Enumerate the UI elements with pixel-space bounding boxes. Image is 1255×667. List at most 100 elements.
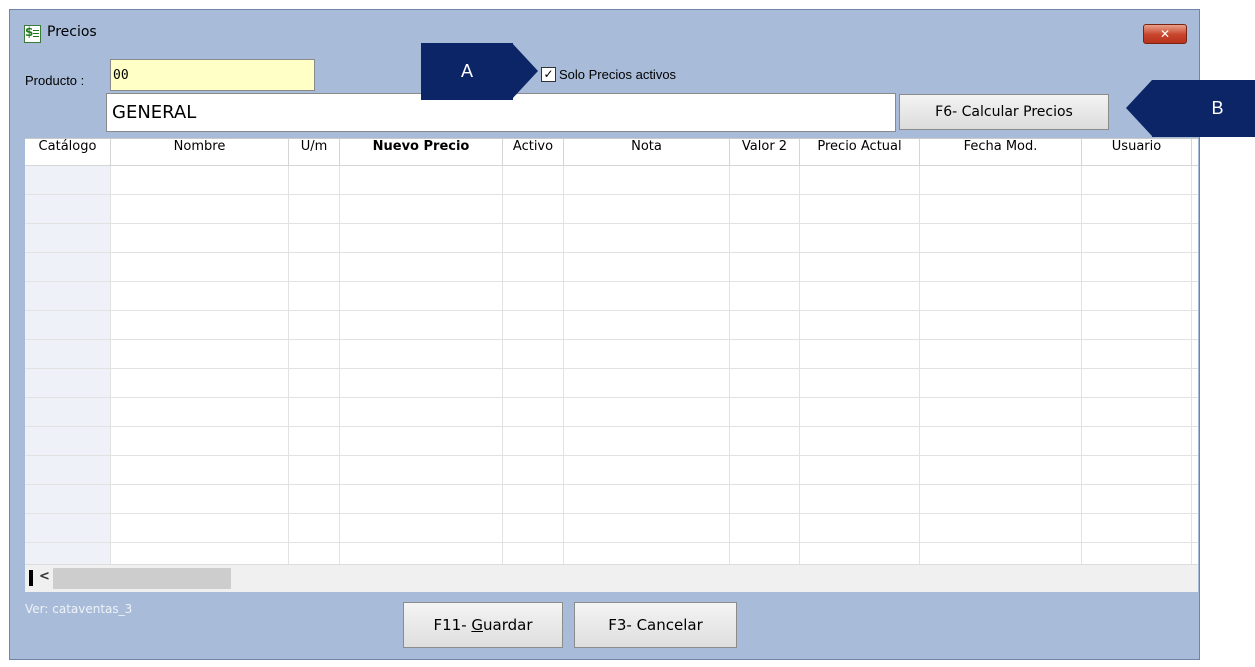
table-cell[interactable] [564, 340, 730, 368]
table-cell[interactable] [111, 253, 289, 281]
table-cell[interactable] [340, 427, 503, 455]
table-cell[interactable] [25, 456, 111, 484]
table-cell[interactable] [920, 253, 1082, 281]
table-row[interactable] [25, 195, 1198, 224]
table-row[interactable] [25, 514, 1198, 543]
table-cell[interactable] [920, 398, 1082, 426]
table-cell[interactable] [111, 311, 289, 339]
table-cell[interactable] [340, 311, 503, 339]
table-cell[interactable] [503, 195, 564, 223]
table-row[interactable] [25, 543, 1198, 564]
table-row[interactable] [25, 253, 1198, 282]
table-cell[interactable] [25, 224, 111, 252]
column-header[interactable]: Valor 2 [730, 139, 800, 165]
table-cell[interactable] [800, 253, 920, 281]
table-cell[interactable] [340, 340, 503, 368]
table-cell[interactable] [730, 224, 800, 252]
table-cell[interactable] [503, 224, 564, 252]
table-cell[interactable] [730, 340, 800, 368]
table-cell[interactable] [800, 282, 920, 310]
table-cell[interactable] [1082, 369, 1192, 397]
table-cell[interactable] [25, 485, 111, 513]
table-cell[interactable] [503, 398, 564, 426]
table-row[interactable] [25, 369, 1198, 398]
table-cell[interactable] [730, 253, 800, 281]
table-cell[interactable] [25, 427, 111, 455]
table-cell[interactable] [730, 485, 800, 513]
table-cell[interactable] [920, 340, 1082, 368]
table-cell[interactable] [503, 253, 564, 281]
table-cell[interactable] [564, 514, 730, 542]
table-cell[interactable] [503, 340, 564, 368]
table-cell[interactable] [340, 253, 503, 281]
table-cell[interactable] [25, 398, 111, 426]
table-cell[interactable] [920, 282, 1082, 310]
table-cell[interactable] [800, 514, 920, 542]
table-cell[interactable] [730, 456, 800, 484]
table-cell[interactable] [111, 282, 289, 310]
column-header[interactable]: Activo [503, 139, 564, 165]
table-cell[interactable] [800, 340, 920, 368]
table-cell[interactable] [800, 543, 920, 564]
table-row[interactable] [25, 311, 1198, 340]
table-cell[interactable] [289, 166, 340, 194]
table-cell[interactable] [503, 427, 564, 455]
table-cell[interactable] [730, 195, 800, 223]
precios-grid[interactable]: Catálogo Nombre U/m Nuevo Precio Activo … [25, 138, 1198, 592]
table-cell[interactable] [340, 282, 503, 310]
table-cell[interactable] [25, 195, 111, 223]
table-row[interactable] [25, 485, 1198, 514]
table-cell[interactable] [564, 456, 730, 484]
table-cell[interactable] [111, 543, 289, 564]
table-cell[interactable] [111, 166, 289, 194]
cancelar-button[interactable]: F3- Cancelar [574, 602, 737, 648]
table-cell[interactable] [503, 369, 564, 397]
table-row[interactable] [25, 398, 1198, 427]
table-cell[interactable] [25, 340, 111, 368]
table-cell[interactable] [564, 543, 730, 564]
table-cell[interactable] [25, 166, 111, 194]
table-cell[interactable] [920, 166, 1082, 194]
table-cell[interactable] [730, 369, 800, 397]
table-cell[interactable] [111, 514, 289, 542]
table-cell[interactable] [564, 166, 730, 194]
table-cell[interactable] [564, 224, 730, 252]
table-cell[interactable] [564, 195, 730, 223]
table-cell[interactable] [289, 282, 340, 310]
column-header[interactable]: Nota [564, 139, 730, 165]
close-button[interactable]: ✕ [1143, 24, 1187, 44]
table-cell[interactable] [1082, 340, 1192, 368]
table-cell[interactable] [1082, 166, 1192, 194]
table-cell[interactable] [503, 166, 564, 194]
table-cell[interactable] [25, 311, 111, 339]
horizontal-scrollbar[interactable]: < [25, 564, 1198, 592]
table-cell[interactable] [503, 456, 564, 484]
column-header[interactable]: Nombre [111, 139, 289, 165]
table-cell[interactable] [920, 543, 1082, 564]
table-row[interactable] [25, 166, 1198, 195]
table-cell[interactable] [1082, 485, 1192, 513]
column-header[interactable]: Nuevo Precio [340, 139, 503, 165]
table-cell[interactable] [289, 340, 340, 368]
table-cell[interactable] [503, 485, 564, 513]
column-header[interactable]: Usuario [1082, 139, 1192, 165]
table-cell[interactable] [730, 514, 800, 542]
table-cell[interactable] [564, 398, 730, 426]
grid-body[interactable] [25, 166, 1198, 564]
table-cell[interactable] [503, 311, 564, 339]
table-cell[interactable] [111, 195, 289, 223]
table-cell[interactable] [340, 224, 503, 252]
table-cell[interactable] [800, 456, 920, 484]
table-cell[interactable] [1082, 427, 1192, 455]
table-cell[interactable] [564, 427, 730, 455]
table-cell[interactable] [920, 485, 1082, 513]
table-cell[interactable] [1082, 253, 1192, 281]
column-header[interactable]: Fecha Mod. [920, 139, 1082, 165]
table-cell[interactable] [564, 282, 730, 310]
table-cell[interactable] [340, 456, 503, 484]
table-cell[interactable] [111, 485, 289, 513]
table-row[interactable] [25, 456, 1198, 485]
table-cell[interactable] [564, 311, 730, 339]
table-cell[interactable] [1082, 311, 1192, 339]
table-cell[interactable] [800, 224, 920, 252]
